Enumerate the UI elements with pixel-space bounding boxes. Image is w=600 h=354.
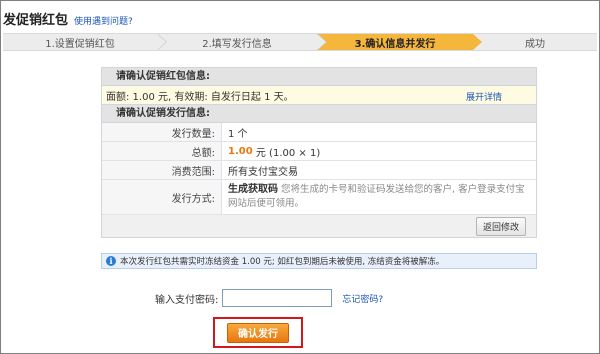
confirm-issue-button[interactable]: 确认发行 bbox=[227, 322, 289, 343]
total-unit: 元 (1.00 × 1) bbox=[255, 147, 321, 159]
page-header: 发促销红包 使用遇到问题? bbox=[3, 9, 133, 29]
submit-highlight-box: 确认发行 bbox=[213, 317, 303, 348]
password-input[interactable] bbox=[222, 289, 333, 307]
step-3-active: 3.确认信息并发行 bbox=[317, 34, 482, 50]
freeze-notice: i 本次发行红包共需实时冻结资金 1.00 元; 如红包到期后未被使用, 冻结资… bbox=[101, 253, 537, 269]
quantity-label: 发行数量: bbox=[102, 123, 222, 141]
panel-footer: 返回修改 bbox=[102, 215, 536, 237]
step-arrow bbox=[473, 34, 482, 50]
red-packet-summary: 面额: 1.00 元, 有效期: 自发行日起 1 天。 展开详情 bbox=[102, 86, 536, 105]
step-3-label: 3.确认信息并发行 bbox=[354, 38, 436, 50]
method-value: 生成获取码 您将生成的卡号和验证码发送给您的客户, 客户登录支付宝网站后便可领用… bbox=[222, 180, 536, 214]
scope-row: 消费范围: 所有支付宝交易 bbox=[102, 161, 536, 180]
total-amount: 1.00 bbox=[228, 145, 253, 157]
quantity-value: 1 个 bbox=[228, 128, 248, 140]
forgot-password-link[interactable]: 忘记密码? bbox=[342, 292, 383, 305]
total-row: 总额: 1.00 元 (1.00 × 1) bbox=[102, 142, 536, 161]
info-icon: i bbox=[106, 256, 116, 266]
notice-text: 本次发行红包共需实时冻结资金 1.00 元; 如红包到期后未被使用, 冻结资金将… bbox=[120, 257, 445, 267]
confirm-panel: 请确认促销红包信息: 面额: 1.00 元, 有效期: 自发行日起 1 天。 展… bbox=[101, 67, 537, 238]
progress-steps: 1.设置促销红包 2.填写发行信息 3.确认信息并发行 成功 bbox=[3, 33, 597, 51]
expand-details-link[interactable]: 展开详情 bbox=[466, 90, 502, 103]
step-4-label: 成功 bbox=[525, 38, 545, 50]
total-value: 1.00 元 (1.00 × 1) bbox=[222, 142, 536, 160]
step-4: 成功 bbox=[473, 34, 597, 50]
method-row: 发行方式: 生成获取码 您将生成的卡号和验证码发送给您的客户, 客户登录支付宝网… bbox=[102, 180, 536, 215]
password-label: 输入支付密码: bbox=[155, 294, 219, 306]
step-arrow bbox=[317, 34, 326, 50]
red-packet-heading: 请确认促销红包信息: bbox=[102, 68, 536, 86]
summary-text: 面额: 1.00 元, 有效期: 自发行日起 1 天。 bbox=[106, 91, 294, 103]
total-label: 总额: bbox=[102, 142, 222, 160]
issue-heading: 请确认促销发行信息: bbox=[102, 105, 536, 123]
scope-label: 消费范围: bbox=[102, 161, 222, 179]
step-2-label: 2.填写发行信息 bbox=[202, 38, 272, 50]
page-title: 发促销红包 bbox=[3, 13, 69, 28]
password-row: 输入支付密码: 忘记密码? bbox=[155, 289, 383, 307]
step-1: 1.设置促销红包 bbox=[3, 34, 167, 50]
method-name: 生成获取码 bbox=[228, 184, 278, 195]
back-edit-button[interactable]: 返回修改 bbox=[475, 216, 526, 236]
scope-value: 所有支付宝交易 bbox=[228, 166, 298, 178]
quantity-row: 发行数量: 1 个 bbox=[102, 123, 536, 142]
method-label: 发行方式: bbox=[102, 180, 222, 214]
step-1-label: 1.设置促销红包 bbox=[45, 38, 115, 50]
step-arrow bbox=[157, 34, 166, 50]
help-link[interactable]: 使用遇到问题? bbox=[74, 14, 133, 27]
step-2: 2.填写发行信息 bbox=[157, 34, 327, 50]
